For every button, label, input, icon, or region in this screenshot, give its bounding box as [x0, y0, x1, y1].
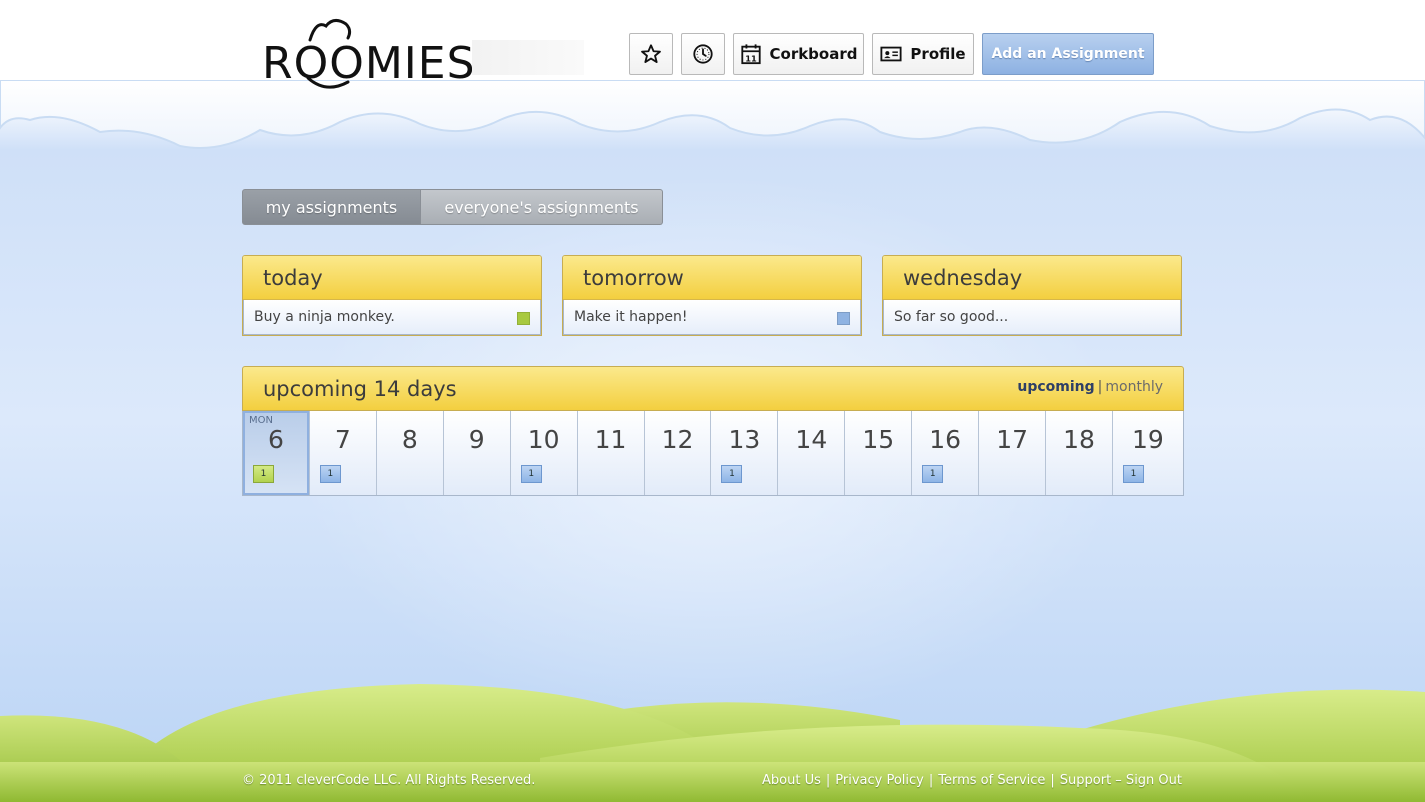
card-title: today — [243, 256, 541, 300]
assignment-count-badge[interactable]: 1 — [1122, 465, 1144, 483]
corkboard-button[interactable]: 11 Corkboard — [733, 33, 864, 75]
tab-my-assignments[interactable]: my assignments — [242, 189, 421, 225]
clock-icon — [693, 44, 713, 64]
card-title: wednesday — [883, 256, 1181, 300]
history-button[interactable] — [681, 33, 725, 75]
day-number: 8 — [401, 425, 418, 454]
assignment-tabs: my assignments everyone's assignments — [242, 189, 663, 225]
view-switcher: upcoming | monthly — [1017, 379, 1163, 395]
today-card: today Buy a ninja monkey. — [242, 255, 542, 336]
day-number: 19 — [1132, 425, 1164, 454]
favorites-button[interactable] — [629, 33, 673, 75]
footer-separator: | — [928, 773, 934, 788]
day-number: 18 — [1063, 425, 1095, 454]
support-signout-link[interactable]: Support – Sign Out — [1060, 773, 1182, 788]
star-icon — [641, 44, 661, 63]
calendar-day[interactable]: 18 — [1046, 411, 1113, 495]
assignment-status: So far so good... — [883, 300, 1181, 335]
privacy-policy-link[interactable]: Privacy Policy — [835, 773, 924, 788]
assignment-text: So far so good... — [894, 309, 1009, 325]
id-card-icon — [880, 46, 902, 62]
assignment-count-badge[interactable]: 1 — [721, 465, 743, 483]
assignment-count-badge[interactable]: 1 — [520, 465, 542, 483]
view-upcoming-link[interactable]: upcoming — [1017, 379, 1094, 395]
calendar-day[interactable]: 11 — [577, 411, 645, 495]
calendar-icon-date: 11 — [745, 53, 757, 63]
status-swatch — [837, 312, 850, 325]
footer-links: About Us | Privacy Policy | Terms of Ser… — [762, 773, 1182, 788]
calendar-day[interactable]: 14 — [778, 411, 846, 495]
calendar-day[interactable]: 13 1 — [711, 411, 779, 495]
day-number: 15 — [862, 425, 895, 454]
calendar-day[interactable]: 8 — [376, 411, 444, 495]
hills-decoration — [0, 684, 1425, 802]
assignment-item[interactable]: Make it happen! — [563, 300, 861, 335]
tab-everyones-assignments[interactable]: everyone's assignments — [421, 189, 663, 225]
wednesday-card: wednesday So far so good... — [882, 255, 1182, 336]
day-number: 11 — [594, 425, 627, 454]
calendar-day[interactable]: 12 — [644, 411, 712, 495]
days-strip: MON 6 1 7 1 8 9 10 1 11 12 13 1 14 15 16 1 17 18 19 1 — [242, 411, 1184, 496]
upcoming-panel: upcoming 14 days upcoming | monthly MON 6 1 7… — [242, 366, 1184, 496]
calendar-day[interactable]: 19 1 — [1112, 411, 1183, 495]
view-monthly-link[interactable]: monthly — [1105, 379, 1163, 395]
day-number: 14 — [795, 425, 828, 454]
corkboard-label: Corkboard — [769, 45, 858, 63]
profile-button[interactable]: Profile — [872, 33, 974, 75]
day-number: 17 — [996, 425, 1028, 454]
upcoming-title: upcoming 14 days — [263, 376, 457, 401]
about-us-link[interactable]: About Us — [762, 773, 821, 788]
tomorrow-card: tomorrow Make it happen! — [562, 255, 862, 336]
calendar-day[interactable]: 9 — [443, 411, 511, 495]
view-separator: | — [1097, 379, 1103, 395]
search-input[interactable] — [472, 40, 584, 75]
clouds-decoration — [0, 80, 1425, 149]
assignment-text: Make it happen! — [574, 309, 688, 325]
assignment-count-badge[interactable]: 1 — [319, 465, 341, 483]
day-number: 13 — [728, 425, 761, 454]
footer-separator: | — [825, 773, 831, 788]
calendar-day[interactable]: MON 6 1 — [243, 411, 310, 495]
assignment-item[interactable]: Buy a ninja monkey. — [243, 300, 541, 335]
logo-text: ROOMIES — [262, 38, 476, 89]
assignment-text: Buy a ninja monkey. — [254, 309, 395, 325]
footer-separator: | — [1050, 773, 1055, 788]
calendar-day[interactable]: 10 1 — [510, 411, 578, 495]
profile-label: Profile — [910, 45, 966, 63]
day-number: 12 — [661, 425, 694, 454]
add-assignment-button[interactable]: Add an Assignment — [982, 33, 1154, 75]
day-number: 7 — [334, 425, 351, 454]
assignment-count-badge[interactable]: 1 — [922, 465, 944, 483]
calendar-day[interactable]: 17 — [979, 411, 1047, 495]
day-number: 16 — [929, 425, 962, 454]
card-title: tomorrow — [563, 256, 861, 300]
calendar-icon: 11 — [740, 44, 761, 65]
day-number: 10 — [527, 425, 560, 454]
copyright-text: © 2011 cleverCode LLC. All Rights Reserv… — [242, 773, 536, 788]
terms-of-service-link[interactable]: Terms of Service — [938, 773, 1045, 788]
calendar-day[interactable]: 71 — [309, 411, 377, 495]
roomies-logo[interactable]: ROOMIES — [260, 14, 475, 94]
day-number: 9 — [468, 425, 485, 454]
status-swatch — [517, 312, 530, 325]
day-number: 6 — [268, 425, 284, 454]
calendar-day[interactable]: 16 1 — [912, 411, 980, 495]
calendar-day[interactable]: 15 — [845, 411, 913, 495]
assignment-count-badge[interactable]: 1 — [253, 465, 274, 483]
